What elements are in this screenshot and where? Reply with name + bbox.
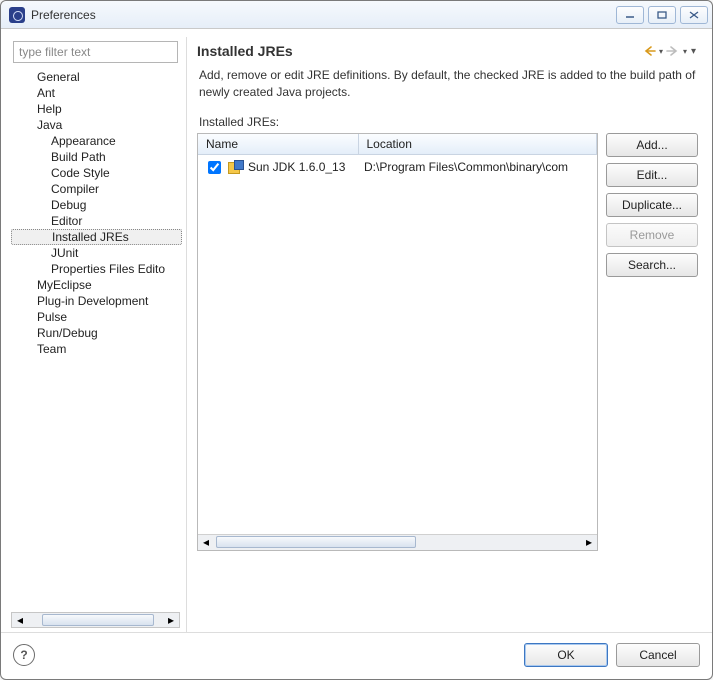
arrow-back-icon <box>642 44 658 58</box>
titlebar: Preferences <box>1 1 712 29</box>
tree-item[interactable]: Help <box>11 101 182 117</box>
sidebar-scrollbar[interactable]: ◂ ▸ <box>11 612 180 628</box>
jre-checkbox[interactable] <box>208 161 221 174</box>
scroll-left-icon[interactable]: ◂ <box>12 613 28 627</box>
table-scrollbar[interactable]: ◂ ▸ <box>198 534 597 550</box>
remove-button: Remove <box>606 223 698 247</box>
add-button[interactable]: Add... <box>606 133 698 157</box>
tree-item[interactable]: Properties Files Edito <box>11 261 182 277</box>
main-panel: Installed JREs ▾ ▾ ▾ Add, remove or edit… <box>187 37 704 632</box>
tree-item[interactable]: Java <box>11 117 182 133</box>
edit-button[interactable]: Edit... <box>606 163 698 187</box>
scroll-thumb[interactable] <box>216 536 416 548</box>
tree-item[interactable]: Appearance <box>11 133 182 149</box>
scroll-left-icon[interactable]: ◂ <box>198 535 214 550</box>
jre-name: Sun JDK 1.6.0_13 <box>248 160 345 174</box>
close-icon <box>689 11 699 19</box>
tree-item[interactable]: Plug-in Development <box>11 293 182 309</box>
sidebar: type filter text GeneralAntHelpJavaAppea… <box>9 37 187 632</box>
search-button[interactable]: Search... <box>606 253 698 277</box>
scroll-right-icon[interactable]: ▸ <box>581 535 597 550</box>
window-title: Preferences <box>31 8 96 22</box>
chevron-down-icon: ▾ <box>659 47 663 56</box>
list-label: Installed JREs: <box>197 111 698 133</box>
nav-back-button[interactable]: ▾ <box>642 44 663 58</box>
tree-item[interactable]: Editor <box>11 213 182 229</box>
tree-item[interactable]: MyEclipse <box>11 277 182 293</box>
tree-item[interactable]: Code Style <box>11 165 182 181</box>
duplicate-button[interactable]: Duplicate... <box>606 193 698 217</box>
tree-item[interactable]: Debug <box>11 197 182 213</box>
chevron-down-icon: ▾ <box>691 46 696 57</box>
minimize-button[interactable] <box>616 6 644 24</box>
jre-location: D:\Program Files\Common\binary\com <box>358 155 597 180</box>
close-button[interactable] <box>680 6 708 24</box>
tree-item[interactable]: Run/Debug <box>11 325 182 341</box>
column-name-header[interactable]: Name <box>198 134 358 155</box>
tree-item[interactable]: Pulse <box>11 309 182 325</box>
chevron-down-icon: ▾ <box>683 47 687 56</box>
table-row[interactable]: Sun JDK 1.6.0_13 D:\Program Files\Common\… <box>198 155 597 180</box>
minimize-icon <box>625 11 635 19</box>
nav-menu-button[interactable]: ▾ <box>690 46 696 57</box>
jre-table[interactable]: Name Location Sun JDK 1.6.0_13 D:\Program… <box>197 133 598 551</box>
filter-input[interactable]: type filter text <box>13 41 178 63</box>
nav-forward-button[interactable]: ▾ <box>666 44 687 58</box>
side-button-column: Add... Edit... Duplicate... Remove Searc… <box>606 133 698 551</box>
tree-item[interactable]: Installed JREs <box>11 229 182 245</box>
maximize-button[interactable] <box>648 6 676 24</box>
page-description: Add, remove or edit JRE definitions. By … <box>197 67 698 111</box>
column-location-header[interactable]: Location <box>358 134 597 155</box>
tree-item[interactable]: Team <box>11 341 182 357</box>
jre-icon <box>228 160 244 174</box>
ok-button[interactable]: OK <box>524 643 608 667</box>
preferences-window: Preferences type filter text GeneralAntH… <box>0 0 713 680</box>
arrow-forward-icon <box>666 44 682 58</box>
scroll-right-icon[interactable]: ▸ <box>163 613 179 627</box>
tree-item[interactable]: Build Path <box>11 149 182 165</box>
cancel-button[interactable]: Cancel <box>616 643 700 667</box>
scroll-thumb[interactable] <box>42 614 154 626</box>
tree-item[interactable]: General <box>11 69 182 85</box>
tree-item[interactable]: Ant <box>11 85 182 101</box>
tree-item[interactable]: JUnit <box>11 245 182 261</box>
app-icon <box>9 7 25 23</box>
maximize-icon <box>657 11 667 19</box>
tree-item[interactable]: Compiler <box>11 181 182 197</box>
bottom-bar: ? OK Cancel <box>1 632 712 679</box>
help-button[interactable]: ? <box>13 644 35 666</box>
preference-tree[interactable]: GeneralAntHelpJavaAppearanceBuild PathCo… <box>9 69 182 608</box>
page-title: Installed JREs <box>197 43 293 59</box>
